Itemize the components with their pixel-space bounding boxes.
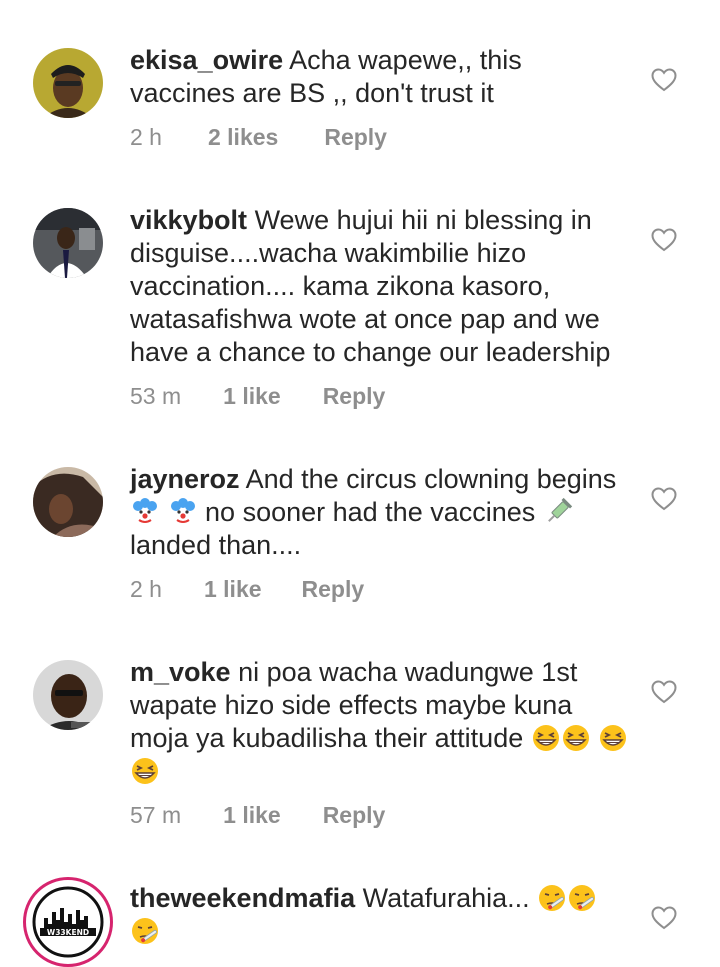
reply-button[interactable]: Reply [323,383,386,410]
grinning-squinting-face-emoji [562,725,589,751]
comment-likes[interactable]: 1 like [223,802,281,829]
grinning-squinting-face-emoji [600,725,627,751]
clown-face-emoji [170,498,195,525]
comment-text: no sooner had the vaccines [205,497,536,527]
heart-icon[interactable] [651,906,677,930]
reply-button[interactable]: Reply [323,802,386,829]
clown-face-emoji [133,498,157,525]
comment-time: 57 m [130,802,182,828]
avatar-logo-text: W33KEND [47,928,89,937]
comment-time: 2 h [130,124,162,150]
syringe-emoji [547,497,572,522]
grinning-squinting-face-emoji [532,725,559,751]
heart-icon[interactable] [651,228,677,252]
comment-body: ekisa_owire Acha wapewe,, this vaccines … [130,44,630,110]
face-with-thermometer-emoji [539,885,566,911]
avatar[interactable] [33,660,103,730]
reply-button[interactable]: Reply [302,576,365,603]
comment-body: jayneroz And the circus clowning begins … [130,463,630,562]
comment-meta: 53 m 1 like Reply [130,383,385,410]
face-with-thermometer-emoji [132,918,158,944]
grinning-squinting-face-emoji [132,758,158,784]
avatar[interactable] [33,48,103,118]
comment-meta: 57 m 1 like Reply [130,802,385,829]
comment-username[interactable]: vikkybolt [130,205,247,235]
comment-username[interactable]: m_voke [130,657,231,687]
comment-username[interactable]: jayneroz [130,464,240,494]
comment-meta: 2 h 1 like Reply [130,576,364,603]
comment-body: vikkybolt Wewe hujui hii ni blessing in … [130,204,630,369]
face-with-thermometer-emoji [569,885,596,911]
comment-time: 53 m [130,383,182,409]
heart-icon[interactable] [651,487,677,511]
comment-text: landed than.... [130,530,302,560]
comment-likes[interactable]: 1 like [223,383,281,410]
comment-time: 2 h [130,576,162,602]
avatar[interactable]: W33KEND [30,884,106,960]
comment-likes[interactable]: 2 likes [208,124,278,151]
heart-icon[interactable] [651,680,677,704]
avatar[interactable] [33,208,103,278]
comment-likes[interactable]: 1 like [204,576,262,603]
avatar[interactable] [33,467,103,537]
reply-button[interactable]: Reply [324,124,387,151]
comment-text: Watafurahia... [362,883,530,913]
comment-text: And the circus clowning begins [245,464,617,494]
comment-body: m_voke ni poa wacha wadungwe 1st wapate … [130,656,630,788]
comment-username[interactable]: ekisa_owire [130,45,283,75]
comment-username[interactable]: theweekendmafia [130,883,355,913]
comment-meta: 2 h 2 likes Reply [130,124,387,151]
comment-body: theweekendmafia Watafurahia... [130,882,630,948]
heart-icon[interactable] [651,68,677,92]
